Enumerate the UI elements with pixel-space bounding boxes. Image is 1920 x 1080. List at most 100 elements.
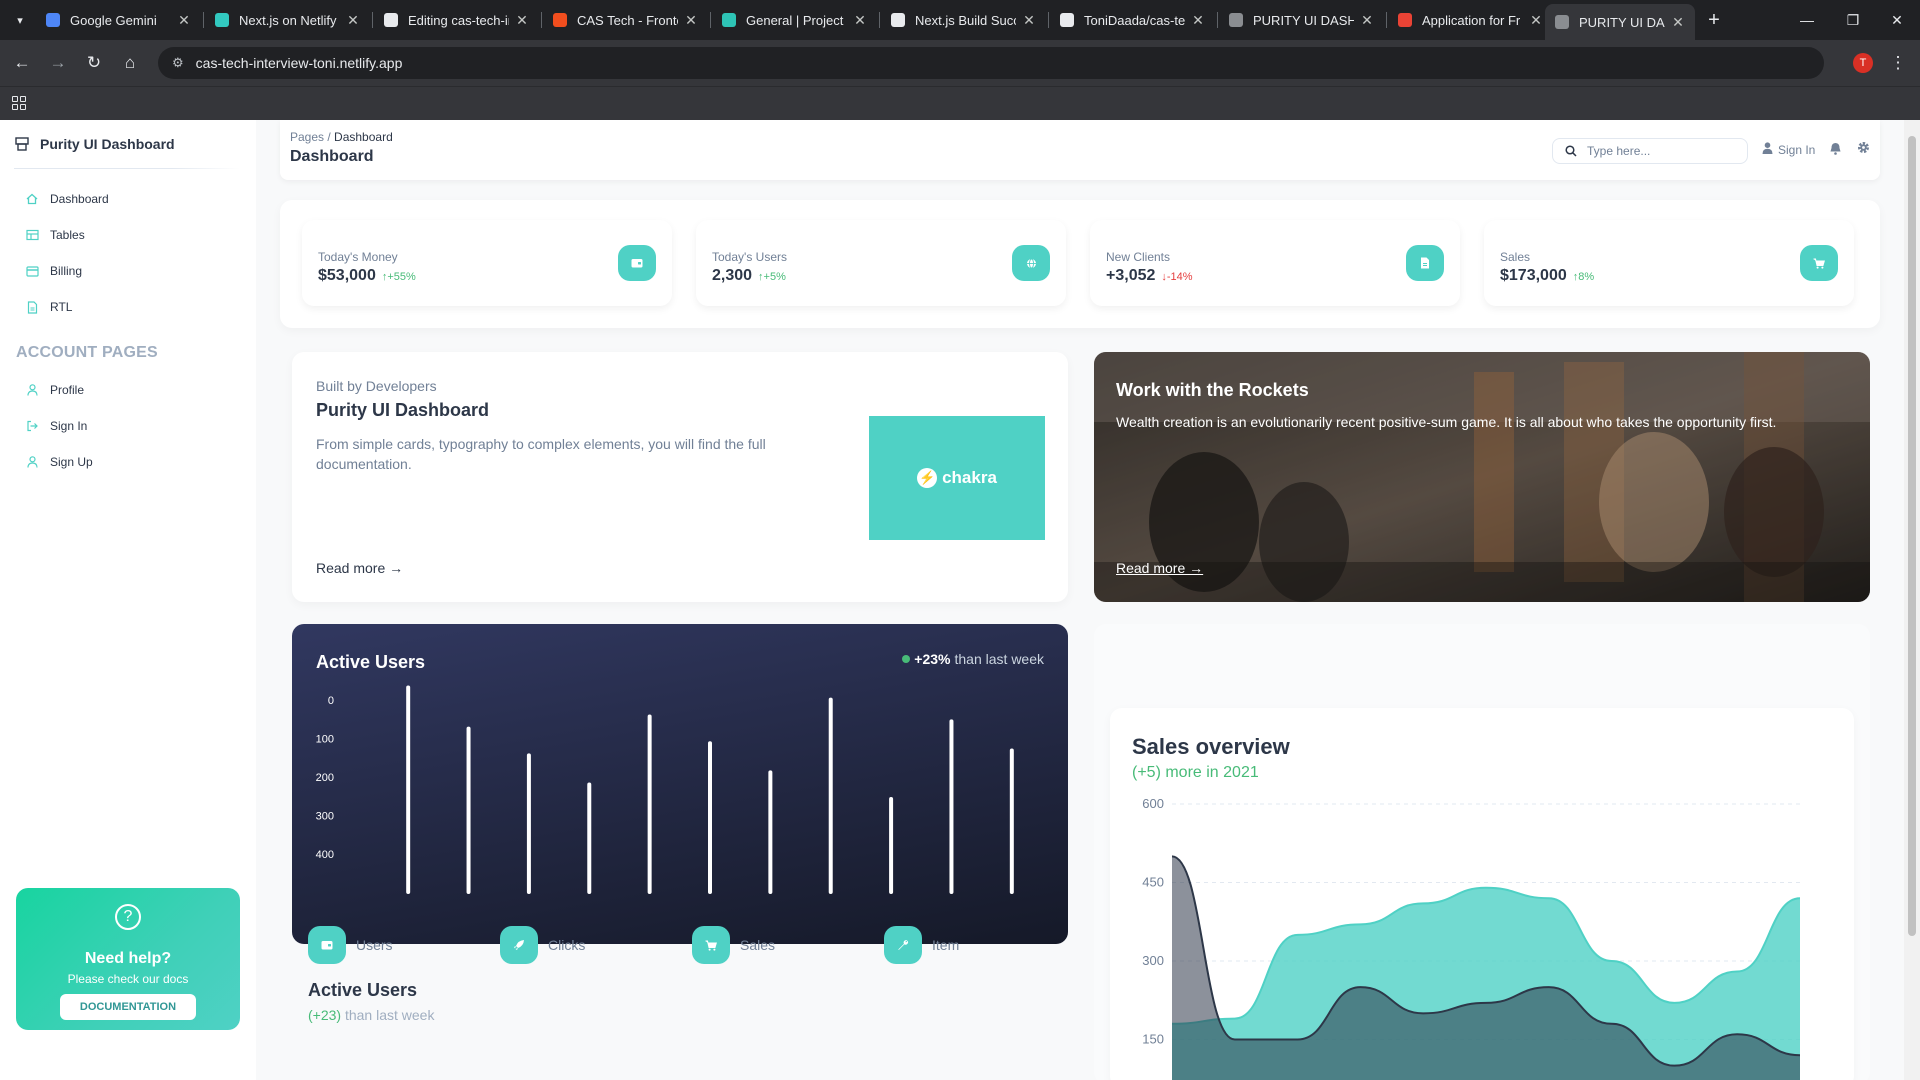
- scrollbar-thumb[interactable]: [1908, 136, 1916, 936]
- minimize-button[interactable]: —: [1784, 0, 1830, 40]
- close-tab-icon[interactable]: ✕: [1529, 12, 1543, 29]
- stat-label: New Clients: [1106, 250, 1171, 264]
- search-box[interactable]: [1552, 138, 1748, 164]
- close-tab-icon[interactable]: ✕: [177, 12, 191, 29]
- close-tab-icon[interactable]: ✕: [1022, 12, 1036, 29]
- chart-bar: [949, 719, 954, 894]
- wallet-icon: [618, 245, 656, 281]
- stat-value: $173,000: [1500, 267, 1567, 284]
- mini-stat-label: Sales: [740, 937, 776, 953]
- new-tab-button[interactable]: +: [1700, 6, 1728, 34]
- page-scrollbar[interactable]: [1904, 120, 1920, 1080]
- browser-tab[interactable]: CAS Tech - Fronte ✕: [543, 6, 708, 34]
- rockets-read-more-link[interactable]: Read more →: [1116, 560, 1203, 576]
- y-tick-label: 0: [328, 695, 334, 707]
- tab-title: PURITY UI DASHB: [1579, 14, 1665, 30]
- read-more-link[interactable]: Read more →: [316, 560, 403, 576]
- sidebar-item-dashboard[interactable]: Dashboard: [24, 191, 109, 207]
- close-tab-icon[interactable]: ✕: [1360, 12, 1374, 29]
- sidebar-item-label: Profile: [50, 383, 85, 397]
- sidebar-item-sign-up[interactable]: Sign Up: [24, 454, 93, 470]
- close-tab-icon[interactable]: ✕: [515, 12, 529, 29]
- reload-button[interactable]: ↻: [80, 49, 108, 77]
- brand[interactable]: Purity UI Dashboard: [14, 136, 175, 152]
- browser-tab[interactable]: PURITY UI DASHB ✕: [1545, 4, 1695, 40]
- site-info-icon[interactable]: ⚙: [172, 55, 184, 71]
- stat-change: ↑8%: [1573, 271, 1594, 283]
- close-tab-icon[interactable]: ✕: [684, 12, 698, 29]
- home-button[interactable]: ⌂: [116, 49, 144, 77]
- close-window-button[interactable]: ✕: [1874, 0, 1920, 40]
- chart-bar: [708, 741, 712, 894]
- active-users-title: Active Users: [308, 980, 418, 1000]
- back-button[interactable]: ←: [8, 49, 36, 77]
- restore-button[interactable]: ❐: [1830, 0, 1876, 40]
- sidebar-item-label: Billing: [50, 264, 83, 278]
- documentation-button[interactable]: DOCUMENTATION: [60, 994, 196, 1020]
- rockets-title: Work with the Rockets: [1116, 380, 1309, 400]
- address-bar[interactable]: ⚙ cas-tech-interview-toni.netlify.app: [158, 47, 1824, 79]
- sidebar-item-tables[interactable]: Tables: [24, 227, 85, 243]
- search-input[interactable]: [1587, 144, 1737, 158]
- bell-icon[interactable]: [1830, 142, 1841, 158]
- document-icon: [1406, 245, 1444, 281]
- tab-search-button[interactable]: ▾: [6, 6, 34, 34]
- sidebar-item-sign-in[interactable]: Sign In: [24, 418, 87, 434]
- profile-avatar[interactable]: T: [1849, 49, 1877, 77]
- stat-label: Today's Users: [712, 250, 787, 264]
- bookmarks-bar: [0, 86, 1920, 120]
- stat-card: Today's Money $53,000 ↑+55%: [302, 220, 672, 306]
- rockets-description: Wealth creation is an evolutionarily rec…: [1116, 414, 1777, 430]
- mini-stat-label: Clicks: [548, 937, 586, 953]
- tab-separator: [203, 12, 204, 28]
- page-header: Pages / Dashboard Dashboard Sign In: [280, 120, 1880, 180]
- stat-change-value: +5%: [763, 271, 786, 283]
- y-tick-label: 300: [316, 811, 334, 823]
- browser-tab[interactable]: Application for Fr ✕: [1388, 6, 1553, 34]
- breadcrumb-root[interactable]: Pages: [290, 130, 324, 144]
- browser-tab[interactable]: PURITY UI DASHB ✕: [1219, 6, 1384, 34]
- sales-overview-card: 150 300 450 600 Sales overview (+5) more in…: [1110, 708, 1854, 1080]
- browser-tab[interactable]: General | Project c ✕: [712, 6, 877, 34]
- browser-tab[interactable]: ToniDaada/cas-te ✕: [1050, 6, 1215, 34]
- forward-button[interactable]: →: [44, 49, 72, 77]
- active-users-stat-item: Item: [884, 926, 959, 964]
- y-tick-label: 100: [316, 734, 334, 746]
- person-icon: [1762, 142, 1773, 157]
- sidebar-item-billing[interactable]: Billing: [24, 263, 82, 279]
- page-title: Dashboard: [290, 148, 374, 165]
- browser-tab[interactable]: Google Gemini ✕: [36, 6, 201, 34]
- tab-separator: [372, 12, 373, 28]
- search-icon: [1565, 145, 1577, 157]
- stat-card: Sales $173,000 ↑8%: [1484, 220, 1854, 306]
- wallet-icon: [308, 926, 346, 964]
- browser-tab[interactable]: Next.js on Netlify ✕: [205, 6, 370, 34]
- browser-tab[interactable]: Editing cas-tech-in ✕: [374, 6, 539, 34]
- close-tab-icon[interactable]: ✕: [346, 12, 360, 29]
- browser-menu-button[interactable]: ⋮: [1884, 49, 1912, 77]
- document-icon: [24, 299, 40, 315]
- sidebar-item-profile[interactable]: Profile: [24, 382, 84, 398]
- tab-title: Application for Fr: [1422, 12, 1521, 28]
- chart-bar: [768, 770, 773, 894]
- sidebar-item-rtl[interactable]: RTL: [24, 299, 72, 315]
- close-tab-icon[interactable]: ✕: [853, 12, 867, 29]
- cart-icon: [692, 926, 730, 964]
- tab-separator: [710, 12, 711, 28]
- tab-separator: [879, 12, 880, 28]
- chart-bar: [587, 782, 592, 894]
- stat-change-value: +55%: [387, 271, 416, 283]
- close-tab-icon[interactable]: ✕: [1191, 12, 1205, 29]
- sign-in-link[interactable]: Sign In: [1762, 142, 1815, 157]
- brand-name: Purity UI Dashboard: [40, 136, 175, 152]
- close-tab-icon[interactable]: ✕: [1671, 14, 1685, 31]
- tab-favicon-icon: [891, 13, 905, 27]
- gear-icon[interactable]: [1857, 141, 1870, 157]
- chart-bar: [466, 726, 471, 894]
- chart-icon: [24, 227, 40, 243]
- apps-grid-icon[interactable]: [12, 96, 26, 110]
- help-subtitle: Please check our docs: [67, 972, 189, 986]
- browser-tab[interactable]: Next.js Build Succ ✕: [881, 6, 1046, 34]
- tab-favicon-icon: [1555, 15, 1569, 29]
- sidebar-item-label: Sign In: [50, 419, 88, 433]
